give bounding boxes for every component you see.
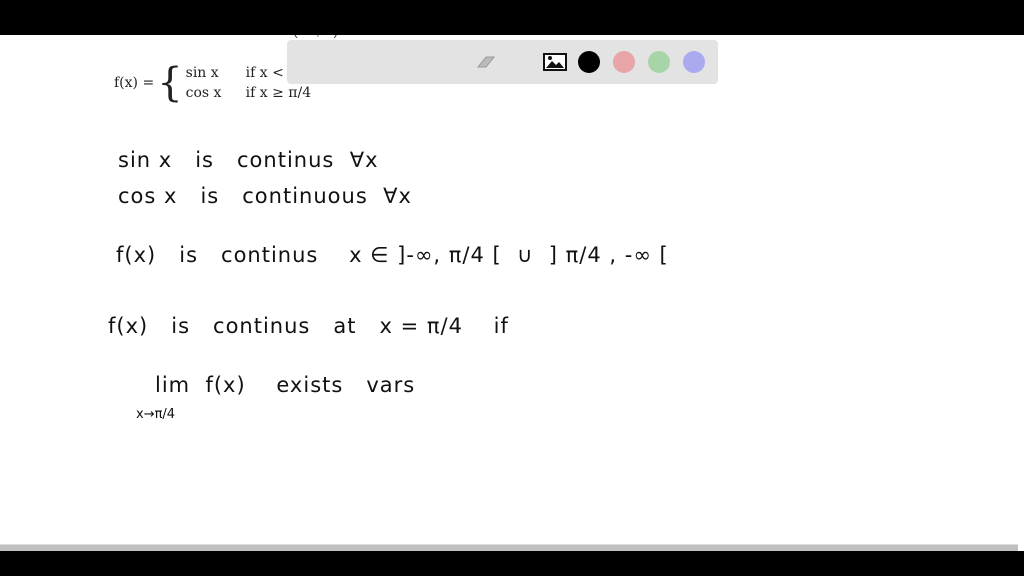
top-black-bar [0, 0, 1024, 35]
handwritten-line: cos x is continuous ∀x [118, 184, 412, 208]
handwritten-line: f(x) is continus at x = π/4 if [108, 314, 509, 338]
handwritten-line: sin x is continus ∀x [118, 148, 379, 172]
brace: { [157, 60, 183, 106]
color-red[interactable] [613, 51, 635, 73]
handwritten-line: lim f(x) exists vars [155, 373, 416, 397]
piecewise-formula: f(x) = { sin x if x < π/4 cos x if x ≥ π… [114, 63, 311, 103]
color-black[interactable] [578, 51, 600, 73]
formula-lhs: f(x) = [114, 75, 155, 91]
handwritten-line: f(x) is continus x ∈ ]-∞, π/4 [ ∪ ] π/4 … [116, 243, 669, 267]
bottom-black-bar [0, 551, 1024, 576]
case-expr: sin x [185, 65, 219, 81]
eraser-icon[interactable] [473, 51, 496, 73]
color-green[interactable] [648, 51, 670, 73]
image-icon[interactable] [543, 51, 567, 73]
drawing-toolbar [287, 40, 718, 84]
limit-subscript: x→π/4 [136, 407, 176, 422]
case-cond: if x ≥ π/4 [245, 85, 312, 101]
case-expr: cos x [185, 85, 222, 101]
color-blue[interactable] [683, 51, 705, 73]
